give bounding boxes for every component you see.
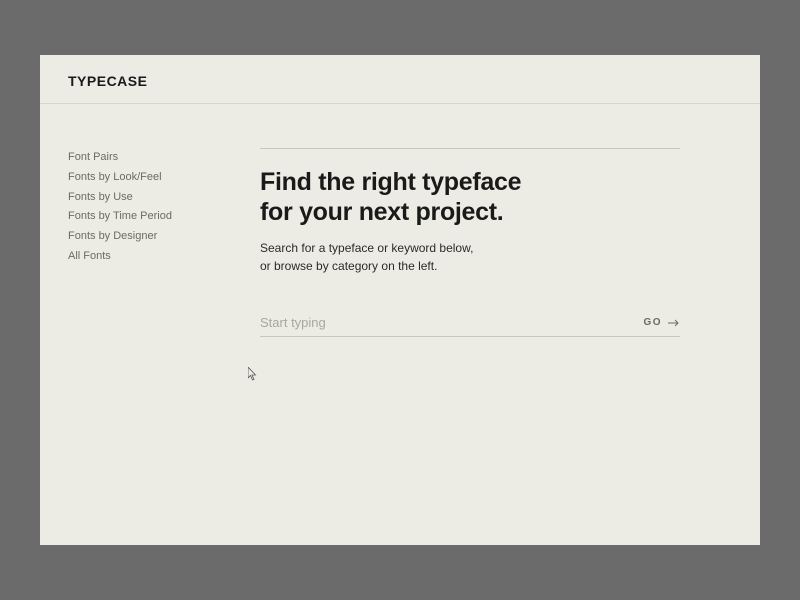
go-button[interactable]: GO (643, 317, 680, 328)
main-panel: Find the right typeface for your next pr… (220, 148, 760, 545)
sidebar-item-look-feel[interactable]: Fonts by Look/Feel (68, 168, 220, 188)
app-window: TYPECASE Font Pairs Fonts by Look/Feel F… (40, 55, 760, 545)
arrow-right-icon (668, 319, 680, 327)
hero-title: Find the right typeface for your next pr… (260, 167, 680, 227)
search-row: GO (260, 315, 680, 337)
hero-title-line1: Find the right typeface (260, 168, 521, 196)
hero-sub-line1: Search for a typeface or keyword below, (260, 241, 473, 255)
hero-sub-line2: or browse by category on the left. (260, 259, 437, 273)
go-label: GO (643, 317, 662, 328)
hero-title-line2: for your next project. (260, 198, 503, 226)
sidebar-item-designer[interactable]: Fonts by Designer (68, 227, 220, 247)
sidebar-item-font-pairs[interactable]: Font Pairs (68, 148, 220, 168)
sidebar: Font Pairs Fonts by Look/Feel Fonts by U… (40, 148, 220, 545)
header: TYPECASE (40, 55, 760, 104)
content-area: Font Pairs Fonts by Look/Feel Fonts by U… (40, 104, 760, 545)
sidebar-item-time-period[interactable]: Fonts by Time Period (68, 207, 220, 227)
sidebar-item-all-fonts[interactable]: All Fonts (68, 247, 220, 267)
sidebar-item-use[interactable]: Fonts by Use (68, 188, 220, 208)
search-input[interactable] (260, 315, 643, 330)
hero-subtitle: Search for a typeface or keyword below, … (260, 239, 680, 275)
divider (260, 148, 680, 149)
logo: TYPECASE (68, 73, 732, 89)
